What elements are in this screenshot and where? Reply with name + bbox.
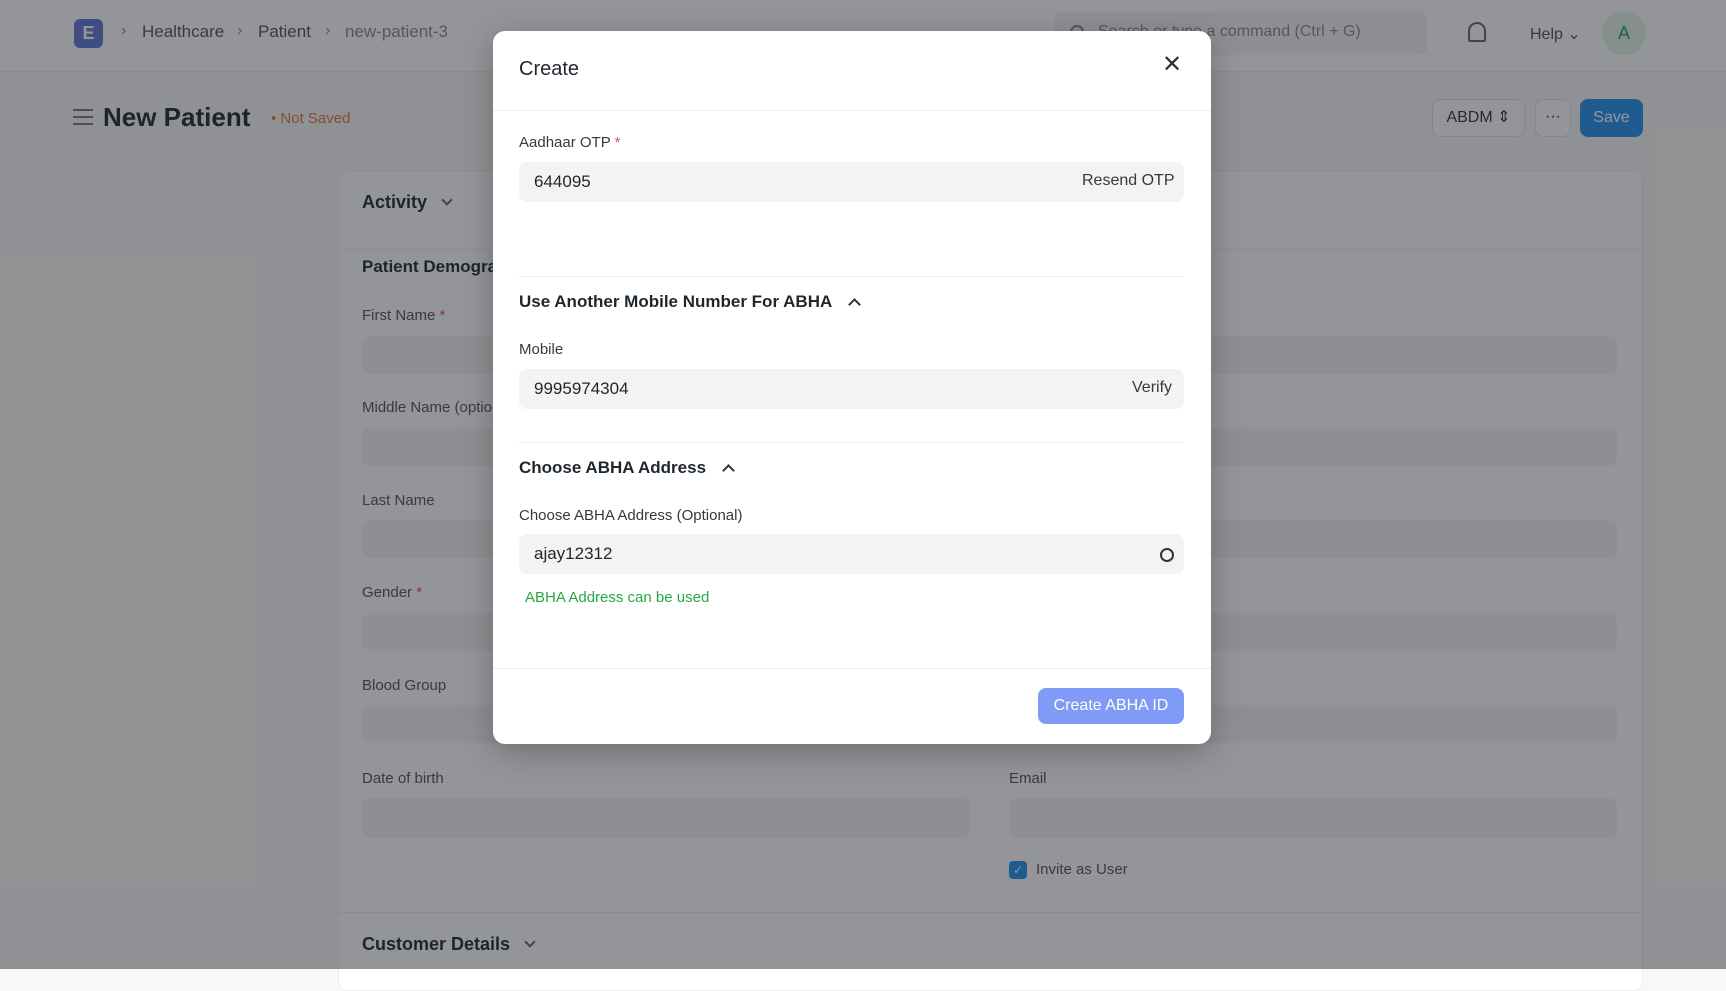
close-icon[interactable]: ✕: [1162, 53, 1182, 77]
resend-otp-button[interactable]: Resend OTP: [1082, 172, 1174, 190]
chevron-up-icon: [722, 464, 735, 477]
verify-button[interactable]: Verify: [1132, 379, 1172, 397]
otp-label: Aadhaar OTP *: [519, 134, 621, 151]
mobile-section-toggle[interactable]: Use Another Mobile Number For ABHA: [519, 292, 862, 312]
divider: [493, 110, 1211, 111]
chevron-up-icon: [848, 298, 862, 311]
abha-address-label: Choose ABHA Address (Optional): [519, 507, 743, 524]
divider: [493, 668, 1211, 669]
mobile-label: Mobile: [519, 341, 564, 358]
divider: [519, 442, 1184, 443]
search-icon[interactable]: [1160, 548, 1174, 562]
abha-status-message: ABHA Address can be used: [525, 589, 710, 606]
mobile-input[interactable]: 9995974304: [519, 369, 1184, 409]
create-abha-dialog: Create ✕ Aadhaar OTP * 644095 Resend OTP…: [493, 31, 1211, 744]
create-abha-id-button[interactable]: Create ABHA ID: [1038, 688, 1184, 724]
dialog-title: Create: [519, 58, 580, 80]
divider: [519, 276, 1184, 277]
abha-section-toggle[interactable]: Choose ABHA Address: [519, 458, 735, 478]
abha-address-input[interactable]: ajay12312: [519, 534, 1184, 574]
